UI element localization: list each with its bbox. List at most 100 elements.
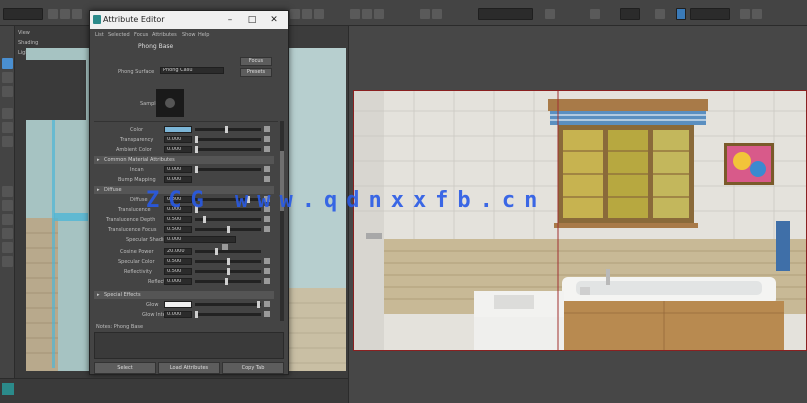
- focus-button[interactable]: Focus: [240, 57, 272, 66]
- zoom-icon[interactable]: [752, 9, 762, 19]
- maximize-icon[interactable]: □: [246, 14, 258, 26]
- menu-set-dropdown[interactable]: [3, 8, 43, 20]
- gamma-icon[interactable]: [655, 9, 665, 19]
- bump-map-icon[interactable]: [264, 176, 270, 182]
- load-attributes-button[interactable]: Load Attributes: [158, 362, 220, 374]
- reflectivity-map-icon[interactable]: [264, 268, 270, 274]
- menu-help[interactable]: Help: [198, 32, 209, 38]
- select-button[interactable]: Select: [94, 362, 156, 374]
- reflectivity-field[interactable]: 0.500: [164, 268, 192, 275]
- glow-swatch[interactable]: [164, 301, 192, 308]
- ambient-slider[interactable]: [195, 146, 261, 153]
- ambient-map-icon[interactable]: [264, 146, 270, 152]
- snap-grid-icon[interactable]: [290, 9, 300, 19]
- color-map-icon[interactable]: [264, 126, 270, 132]
- exposure-field[interactable]: [620, 8, 640, 20]
- cosine-power-field[interactable]: 20.000: [164, 248, 192, 255]
- new-scene-icon[interactable]: [48, 9, 58, 19]
- node-tab[interactable]: Phong Base: [138, 43, 228, 53]
- menu-show[interactable]: Show: [182, 32, 196, 38]
- reflected-color-field[interactable]: 0.000: [164, 278, 192, 285]
- copy-tab-button[interactable]: Copy Tab: [222, 362, 284, 374]
- layout-graph-icon[interactable]: [2, 256, 13, 267]
- section-common-material[interactable]: Common Material Attributes: [94, 156, 274, 164]
- watermark-text: ZCG www.qdnxxfb.cn: [146, 188, 547, 213]
- glow-intensity-slider[interactable]: [195, 311, 261, 318]
- color-slider[interactable]: [195, 126, 261, 133]
- incan-map-icon[interactable]: [264, 166, 270, 172]
- node-name-field[interactable]: Phong Casu: [160, 67, 224, 74]
- transparency-field[interactable]: 0.000: [164, 136, 192, 143]
- select-tool-icon[interactable]: [2, 58, 13, 69]
- ambient-field[interactable]: 0.000: [164, 146, 192, 153]
- scrollbar[interactable]: [280, 121, 284, 321]
- lasso-tool-icon[interactable]: [2, 72, 13, 83]
- snapshot-icon[interactable]: [420, 9, 430, 19]
- incan-slider[interactable]: [195, 166, 261, 173]
- notes-textarea[interactable]: [94, 332, 284, 359]
- close-icon[interactable]: ✕: [268, 14, 280, 26]
- view-transform-dropdown[interactable]: [690, 8, 730, 20]
- camera-dropdown[interactable]: [478, 8, 533, 20]
- reflectivity-slider[interactable]: [195, 268, 261, 275]
- specular-color-map-icon[interactable]: [264, 258, 270, 264]
- translucence-depth-label: Translucence Depth: [106, 217, 156, 223]
- region-icon[interactable]: [432, 9, 442, 19]
- snap-point-icon[interactable]: [314, 9, 324, 19]
- snap-curve-icon[interactable]: [302, 9, 312, 19]
- translucence-focus-map-icon[interactable]: [264, 226, 270, 232]
- display-rgb-icon[interactable]: [590, 9, 600, 19]
- minimize-icon[interactable]: –: [224, 14, 236, 26]
- menu-attributes[interactable]: Attributes: [152, 32, 177, 38]
- panel-menu-shading[interactable]: Shading: [18, 40, 38, 46]
- reflected-color-slider[interactable]: [195, 278, 261, 285]
- bump-field[interactable]: 0.000: [164, 176, 192, 183]
- rotate-tool-icon[interactable]: [2, 122, 13, 133]
- menu-selected[interactable]: Selected: [108, 32, 130, 38]
- glow-slider[interactable]: [195, 301, 261, 308]
- color-management-toggle[interactable]: [676, 8, 686, 20]
- cosine-power-slider[interactable]: [195, 248, 261, 255]
- translucence-depth-field[interactable]: 0.500: [164, 216, 192, 223]
- transparency-slider[interactable]: [195, 136, 261, 143]
- glow-intensity-map-icon[interactable]: [264, 311, 270, 317]
- menu-list[interactable]: List: [95, 32, 104, 38]
- specular-color-slider[interactable]: [195, 258, 261, 265]
- layout-outliner-icon[interactable]: [2, 242, 13, 253]
- save-scene-icon[interactable]: [72, 9, 82, 19]
- reflected-color-map-icon[interactable]: [264, 278, 270, 284]
- title-bar[interactable]: Attribute Editor – □ ✕: [90, 11, 288, 29]
- type-label: Phong Surface: [118, 69, 155, 75]
- render-settings-icon[interactable]: [374, 9, 384, 19]
- scale-tool-icon[interactable]: [2, 136, 13, 147]
- section-special-effects[interactable]: Special Effects: [94, 291, 274, 299]
- specular-shading-dropdown[interactable]: 0.000: [164, 236, 236, 243]
- open-scene-icon[interactable]: [60, 9, 70, 19]
- presets-button[interactable]: Presets: [240, 68, 272, 77]
- color-label: Color: [130, 127, 144, 133]
- color-swatch[interactable]: [164, 126, 192, 133]
- paint-select-tool-icon[interactable]: [2, 86, 13, 97]
- glow-map-icon[interactable]: [264, 301, 270, 307]
- layout-four-icon[interactable]: [2, 200, 13, 211]
- maya-logo-icon: [2, 383, 14, 395]
- render-view-options-icon[interactable]: [740, 9, 750, 19]
- menu-focus[interactable]: Focus: [134, 32, 148, 38]
- layout-side-icon[interactable]: [2, 214, 13, 225]
- ipr-render-icon[interactable]: [362, 9, 372, 19]
- translucence-focus-slider[interactable]: [195, 226, 261, 233]
- translucence-focus-field[interactable]: 0.500: [164, 226, 192, 233]
- transparency-map-icon[interactable]: [264, 136, 270, 142]
- specular-color-field[interactable]: 0.500: [164, 258, 192, 265]
- translucence-depth-map-icon[interactable]: [264, 216, 270, 222]
- bump-label: Bump Mapping: [118, 177, 156, 183]
- glow-intensity-field[interactable]: 0.000: [164, 311, 192, 318]
- layout-stack-icon[interactable]: [2, 228, 13, 239]
- translucence-depth-slider[interactable]: [195, 216, 261, 223]
- incan-field[interactable]: 0.000: [164, 166, 192, 173]
- move-tool-icon[interactable]: [2, 108, 13, 119]
- panel-menu-view[interactable]: View: [18, 30, 30, 36]
- keep-image-icon[interactable]: [545, 9, 555, 19]
- layout-single-icon[interactable]: [2, 186, 13, 197]
- render-icon[interactable]: [350, 9, 360, 19]
